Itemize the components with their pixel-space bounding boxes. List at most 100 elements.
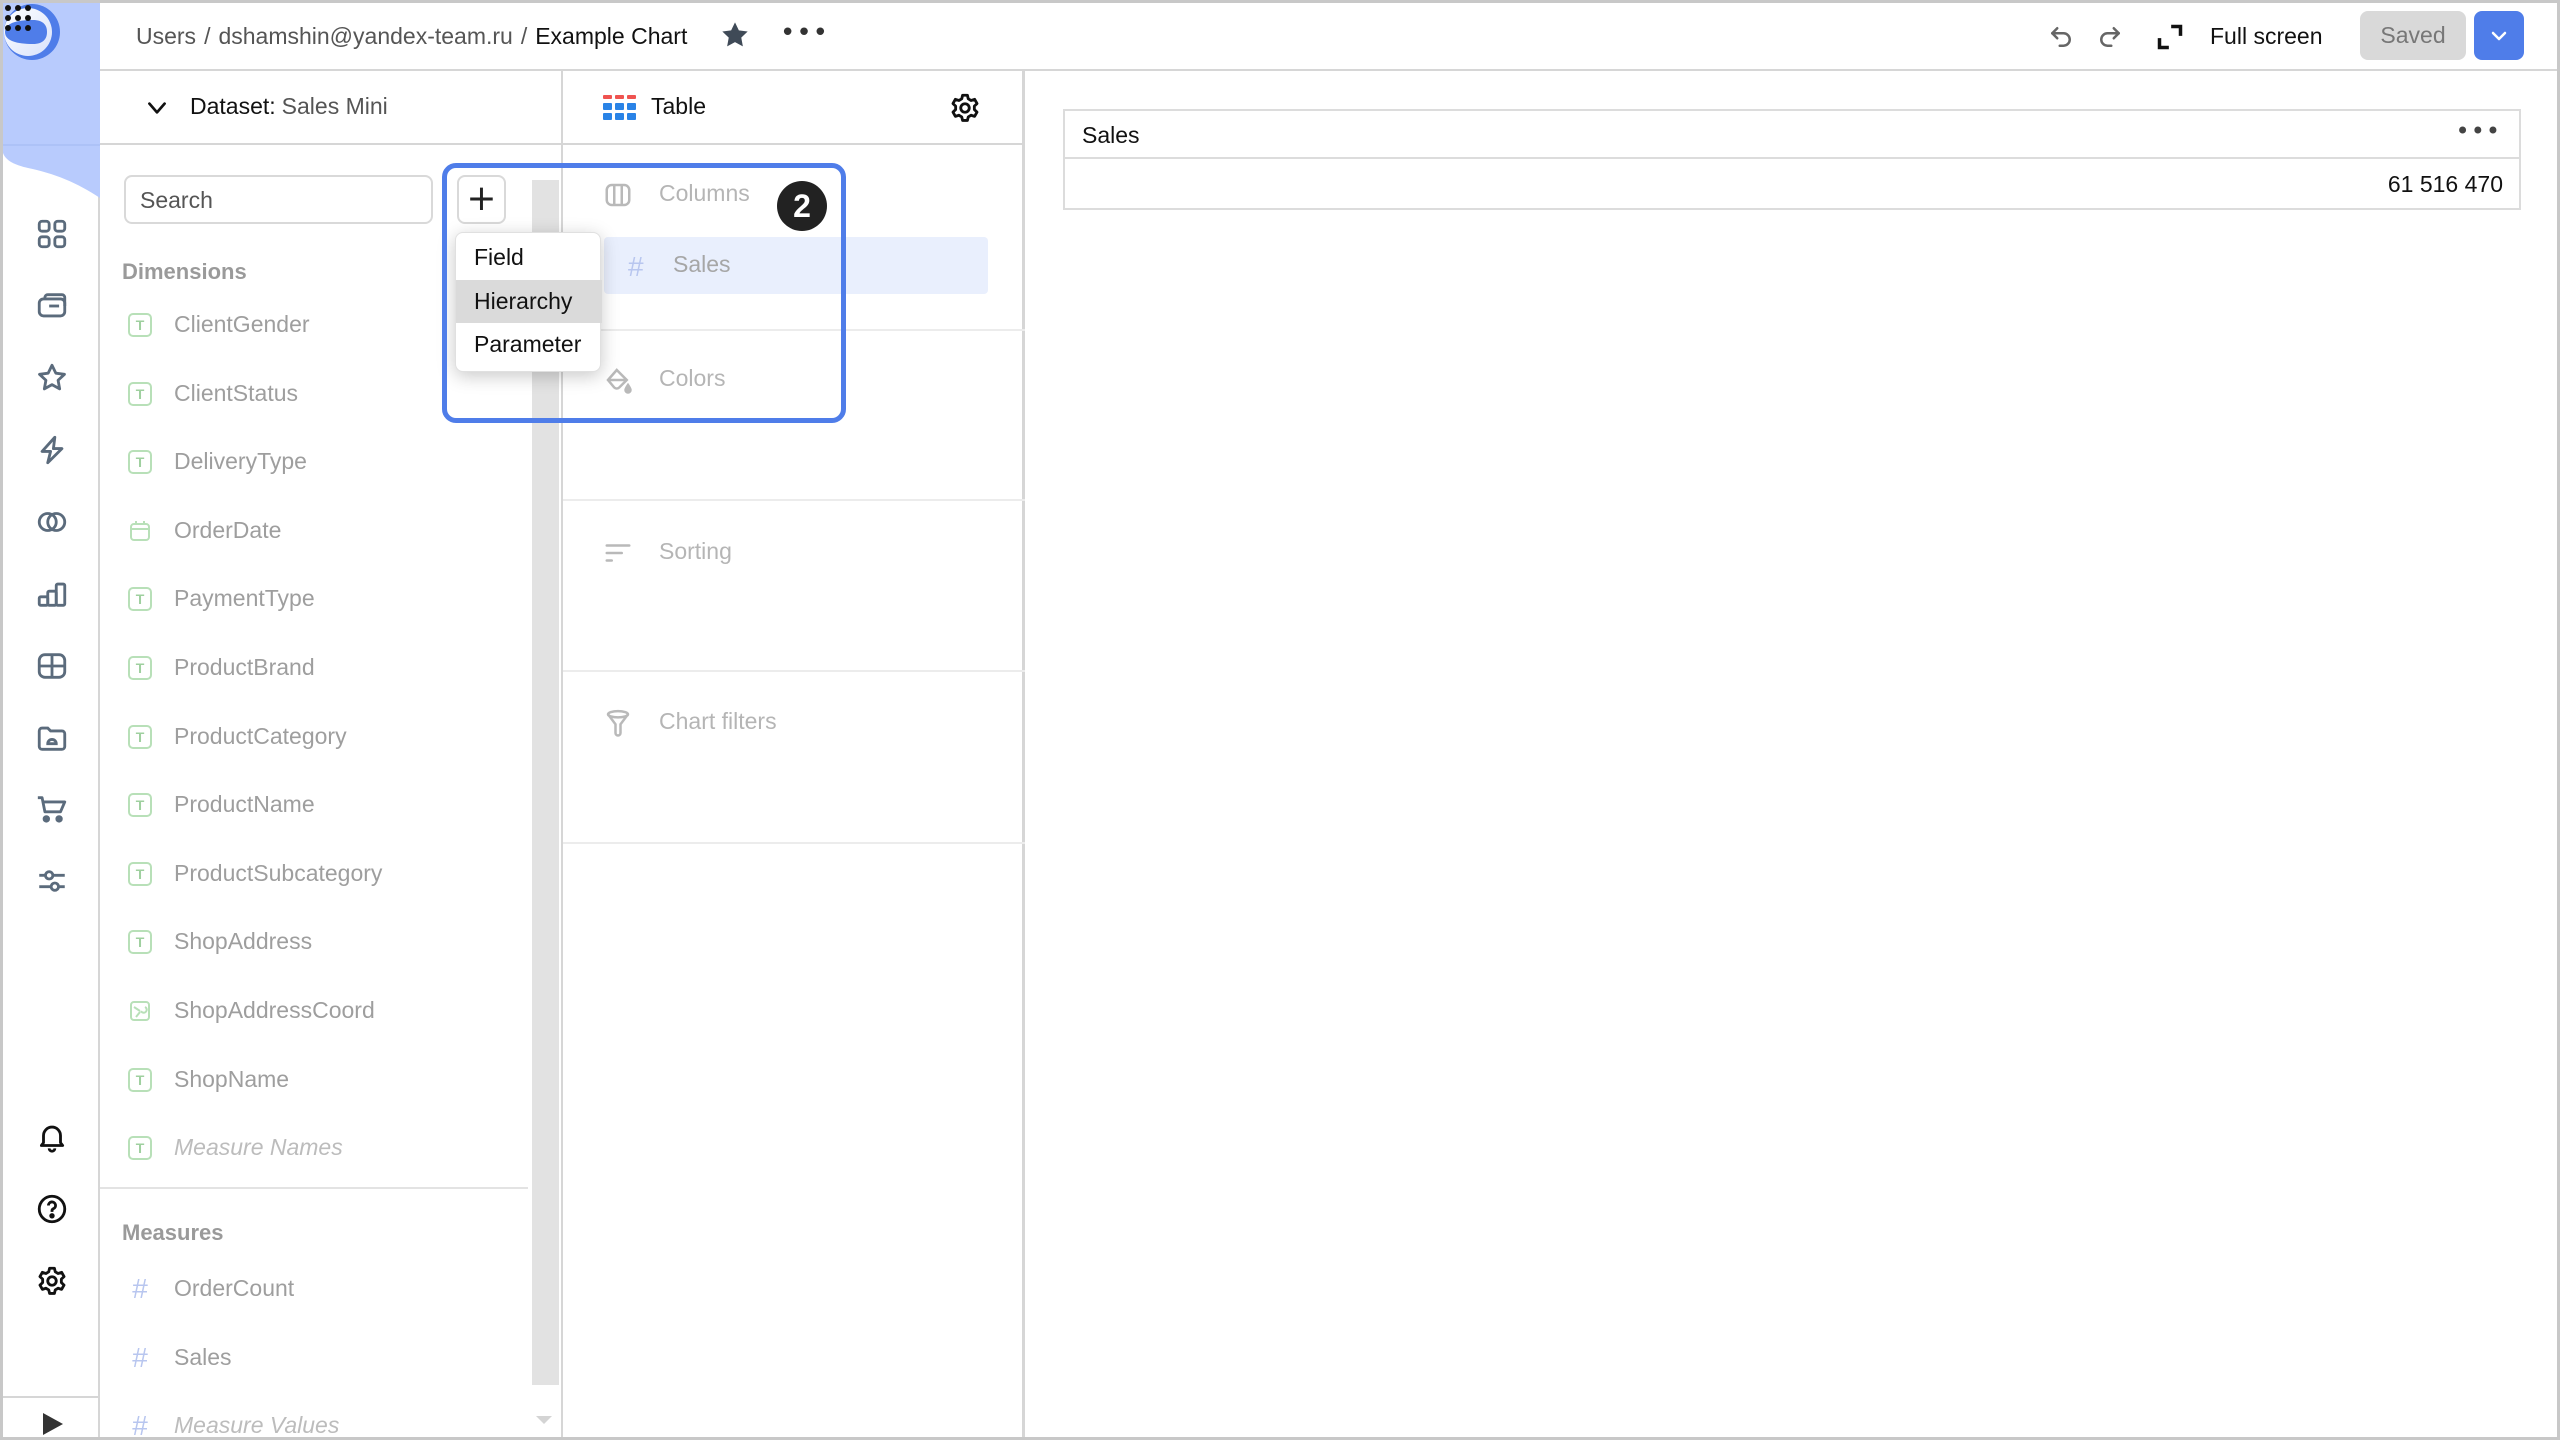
table-more-button[interactable]: •••: [2456, 117, 2501, 145]
visualization-header[interactable]: Table: [563, 71, 1025, 145]
measure-field[interactable]: # OrderCount: [124, 1269, 524, 1309]
sorting-section: Sorting: [603, 534, 1003, 570]
text-type-icon: T: [128, 313, 152, 337]
redo-icon[interactable]: [2095, 22, 2125, 52]
sorting-label: Sorting: [659, 538, 732, 564]
gear-icon[interactable]: [35, 1264, 69, 1298]
colors-label: Colors: [659, 365, 726, 391]
datasets-icon[interactable]: [35, 505, 69, 539]
connections-icon[interactable]: [35, 433, 69, 467]
section-divider: [100, 1187, 528, 1189]
apps-icon[interactable]: [3, 3, 33, 33]
breadcrumb-users[interactable]: Users: [136, 23, 196, 49]
marketplace-icon[interactable]: [35, 792, 69, 826]
field-name: Measure Names: [174, 1134, 343, 1160]
dimension-field[interactable]: T ShopName: [124, 1060, 524, 1100]
dataset-label: Dataset:: [190, 93, 276, 119]
favorite-star-icon[interactable]: [719, 19, 751, 51]
dataset-name: Sales Mini: [281, 93, 388, 119]
breadcrumb-user-folder[interactable]: dshamshin@yandex-team.ru: [218, 23, 512, 49]
section-divider: [563, 329, 1025, 331]
text-type-icon: T: [128, 862, 152, 886]
breadcrumb-separator: /: [520, 23, 528, 49]
help-icon[interactable]: [35, 1192, 69, 1226]
measures-title: Measures: [122, 1220, 224, 1245]
table-header-row: Sales •••: [1065, 111, 2519, 159]
measure-field[interactable]: # Sales: [124, 1338, 524, 1378]
dimension-field[interactable]: T Measure Names: [124, 1128, 524, 1168]
dimension-field[interactable]: T ClientStatus: [124, 374, 524, 414]
colors-section: Colors: [603, 361, 1003, 397]
text-type-icon: T: [128, 587, 152, 611]
table-row: 61 516 470: [1065, 159, 2519, 210]
text-type-icon: T: [128, 793, 152, 817]
field-name: ProductCategory: [174, 723, 347, 749]
dimension-field[interactable]: T ShopAddress: [124, 922, 524, 962]
dimension-field[interactable]: T ProductBrand: [124, 648, 524, 688]
field-name: PaymentType: [174, 585, 315, 611]
menu-item-parameter[interactable]: Parameter: [456, 323, 602, 366]
table-header-cell[interactable]: Sales: [1082, 122, 1140, 149]
dimension-field[interactable]: T ProductName: [124, 785, 524, 825]
columns-icon: [605, 183, 631, 207]
save-options-button[interactable]: [2474, 11, 2524, 60]
columns-item-sales[interactable]: # Sales: [604, 237, 988, 294]
table-cell: 61 516 470: [2387, 171, 2503, 197]
gear-icon[interactable]: [948, 91, 982, 125]
saved-button[interactable]: Saved: [2360, 11, 2466, 60]
field-name: ShopAddress: [174, 928, 313, 954]
chevron-down-icon[interactable]: [144, 95, 170, 121]
filter-icon: [606, 709, 630, 737]
measure-type-icon: #: [132, 1342, 148, 1373]
visualization-type[interactable]: Table: [651, 93, 706, 120]
favorites-icon[interactable]: [35, 361, 69, 395]
workbooks-icon[interactable]: [35, 289, 69, 323]
chart-filters-section: Chart filters: [603, 704, 1003, 740]
menu-item-field[interactable]: Field: [456, 236, 602, 279]
breadcrumb-separator: /: [204, 23, 211, 49]
dashboards-icon[interactable]: [35, 649, 69, 683]
text-type-icon: T: [128, 1136, 152, 1160]
preview-table: Sales ••• 61 516 470: [1063, 109, 2521, 210]
measure-field[interactable]: # Measure Values: [124, 1406, 524, 1438]
sorting-icon: [605, 544, 631, 562]
dimension-field[interactable]: OrderDate: [124, 511, 524, 551]
dimension-field[interactable]: T DeliveryType: [124, 442, 524, 482]
date-type-icon: [130, 521, 150, 541]
measure-icon: #: [628, 251, 644, 282]
undo-icon[interactable]: [2046, 22, 2076, 52]
expand-sidebar-icon[interactable]: [43, 1413, 63, 1435]
field-name: DeliveryType: [174, 448, 307, 474]
dataset-header[interactable]: Dataset: Sales Mini: [100, 71, 561, 145]
visualization-panel: Table Columns # Sales Colors Sorting Cha…: [563, 71, 1025, 1437]
chevron-down-icon: [2491, 31, 2507, 41]
add-field-button[interactable]: +: [457, 175, 506, 224]
sidebar-header: [3, 3, 100, 203]
item-label: Sales: [673, 251, 731, 277]
dimension-field[interactable]: ShopAddressCoord: [124, 991, 524, 1031]
bell-icon[interactable]: [35, 1120, 69, 1154]
collections-icon[interactable]: [35, 217, 69, 251]
fullscreen-icon[interactable]: [2156, 23, 2184, 51]
charts-icon[interactable]: [35, 577, 69, 611]
section-divider: [563, 499, 1025, 501]
search-input[interactable]: Search: [124, 175, 433, 224]
dimension-field[interactable]: T PaymentType: [124, 579, 524, 619]
menu-item-hierarchy[interactable]: Hierarchy: [456, 280, 602, 323]
fullscreen-button[interactable]: Full screen: [2210, 23, 2322, 50]
sidebar-divider: [3, 1396, 100, 1398]
dataset-selector[interactable]: Dataset: Sales Mini: [190, 93, 388, 120]
section-divider: [563, 842, 1025, 844]
dimension-field[interactable]: T ProductCategory: [124, 717, 524, 757]
columns-label: Columns: [659, 180, 750, 206]
more-actions-button[interactable]: •••: [780, 20, 829, 46]
folder-icon[interactable]: [35, 721, 69, 755]
scroll-down-icon[interactable]: [536, 1416, 552, 1424]
settings-sliders-icon[interactable]: [35, 864, 69, 898]
dimension-field[interactable]: T ProductSubcategory: [124, 854, 524, 894]
field-name: OrderCount: [174, 1275, 295, 1301]
field-name: ClientStatus: [174, 380, 299, 406]
field-name: ProductName: [174, 791, 315, 817]
chart-filters-label: Chart filters: [659, 708, 777, 734]
measure-type-icon: #: [132, 1410, 148, 1438]
